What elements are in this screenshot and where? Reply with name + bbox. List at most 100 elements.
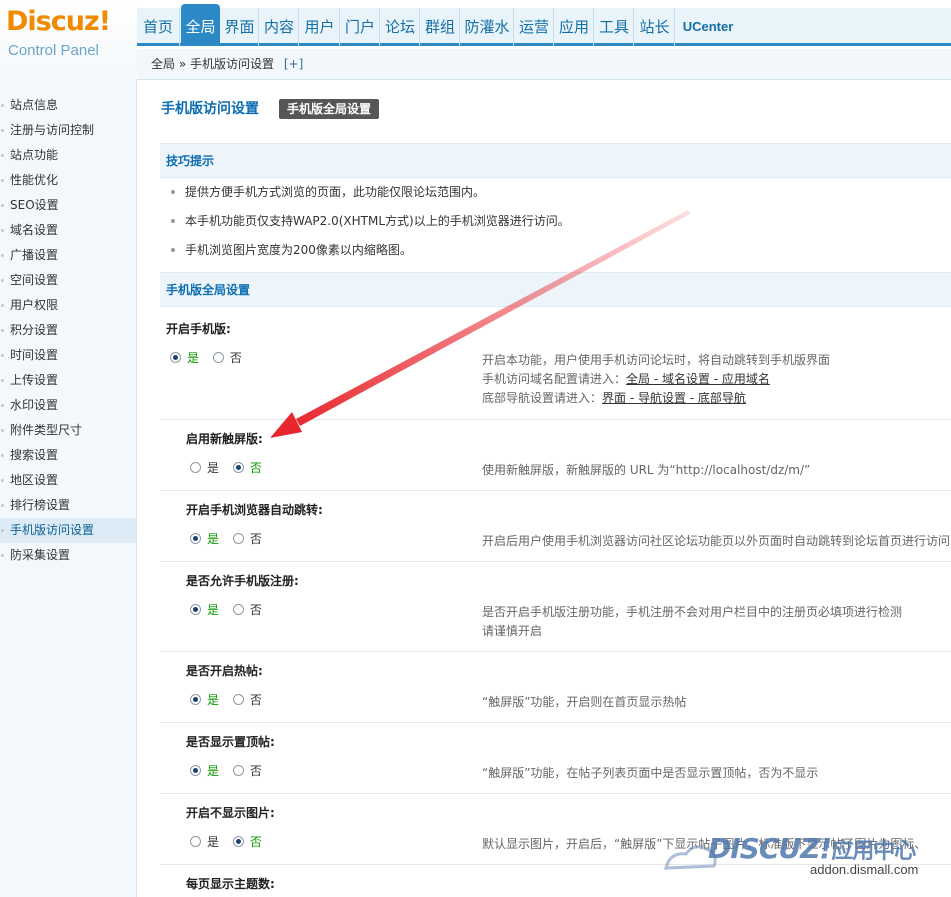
radio-yes[interactable] — [190, 462, 201, 473]
option-yes[interactable]: 是 — [190, 530, 219, 547]
option-yes-label: 是 — [207, 532, 220, 546]
setting-desc-line: 底部导航设置请进入：界面 - 导航设置 - 底部导航 — [482, 389, 830, 408]
setting-label: 启用新触屏版: — [186, 432, 263, 446]
option-no-label: 否 — [249, 532, 262, 546]
radio-no[interactable] — [232, 533, 244, 544]
option-no[interactable]: 否 — [232, 530, 262, 547]
breadcrumb-root[interactable]: 全局 — [151, 57, 175, 71]
setting-enable-mobile: 开启手机版: 是 否 开启本功能，用户使用手机访问论坛时，将自动跳转到手机版界面… — [160, 314, 951, 419]
setting-mobile-register: 是否允许手机版注册: 是 否 是否开启手机版注册功能，手机注册不会对用户栏目中的… — [160, 562, 951, 651]
tip-item: 本手机功能页仅支持WAP2.0(XHTML方式)以上的手机浏览器进行访问。 — [169, 207, 949, 236]
sidebar-item[interactable]: 域名设置 — [0, 218, 136, 243]
setting-auto-redirect: 开启手机浏览器自动跳转: 是 否 开启后用户使用手机浏览器访问社区论坛功能页以外… — [160, 491, 951, 561]
nav-tab-users[interactable]: 用户 — [300, 8, 340, 46]
bottom-nav-link[interactable]: 界面 - 导航设置 - 底部导航 — [602, 391, 746, 405]
option-yes-label: 是 — [207, 603, 220, 617]
setting-label: 开启手机版: — [166, 322, 231, 336]
nav-tab-portal[interactable]: 门户 — [341, 8, 380, 46]
nav-tab-content[interactable]: 内容 — [260, 8, 299, 46]
watermark-brand-text: DISCUZ! — [708, 832, 832, 865]
radio-yes[interactable] — [190, 836, 201, 847]
nav-tab-ucenter[interactable]: UCenter — [676, 8, 740, 46]
setting-description: “触屏版”功能，开启则在首页显示热帖 — [482, 695, 687, 709]
setting-label: 是否允许手机版注册: — [186, 574, 299, 588]
sidebar-item[interactable]: 搜索设置 — [0, 443, 136, 468]
option-yes[interactable]: 是 — [190, 691, 219, 708]
radio-no[interactable] — [212, 352, 224, 363]
radio-yes-selected[interactable] — [190, 533, 201, 544]
sidebar-item[interactable]: 附件类型尺寸 — [0, 418, 136, 443]
sidebar-item[interactable]: 积分设置 — [0, 318, 136, 343]
sidebar-item[interactable]: 排行榜设置 — [0, 493, 136, 518]
nav-tab-webmaster[interactable]: 站长 — [635, 8, 675, 46]
nav-tab-interface[interactable]: 界面 — [221, 8, 259, 46]
setting-description: 使用新触屏版，新触屏版的 URL 为“http://localhost/dz/m… — [482, 463, 811, 477]
option-yes-label: 是 — [207, 835, 220, 849]
radio-no-selected[interactable] — [232, 836, 244, 847]
sidebar-item[interactable]: 站点功能 — [0, 143, 136, 168]
nav-tab-global[interactable]: 全局 — [181, 4, 220, 46]
breadcrumb-current: 手机版访问设置 — [190, 57, 275, 71]
domain-settings-link[interactable]: 全局 - 域名设置 - 应用域名 — [626, 372, 770, 386]
option-no[interactable]: 否 — [232, 459, 262, 476]
sidebar-item[interactable]: 水印设置 — [0, 393, 136, 418]
option-yes[interactable]: 是 — [190, 762, 219, 779]
setting-desc-line: 手机访问域名配置请进入：全局 - 域名设置 - 应用域名 — [482, 370, 830, 389]
setting-options: 是 否 — [190, 459, 272, 475]
nav-tab-forum[interactable]: 论坛 — [381, 8, 420, 46]
nav-tab-tools[interactable]: 工具 — [595, 8, 634, 46]
sidebar-item[interactable]: 防采集设置 — [0, 543, 136, 568]
radio-no[interactable] — [232, 694, 244, 705]
radio-no[interactable] — [232, 604, 244, 615]
option-yes[interactable]: 是 — [170, 349, 199, 366]
option-yes[interactable]: 是 — [190, 601, 219, 618]
sidebar-menu: 站点信息 注册与访问控制 站点功能 性能优化 SEO设置 域名设置 广播设置 空… — [0, 93, 136, 568]
setting-label: 开启不显示图片: — [186, 806, 275, 820]
watermark: DISCUZ!应用中心 addon.dismall.com — [660, 830, 951, 897]
watermark-url: addon.dismall.com — [810, 862, 919, 877]
sidebar-item-mobile-access[interactable]: 手机版访问设置 — [0, 518, 136, 543]
tip-item: 提供方便手机方式浏览的页面，此功能仅限论坛范围内。 — [169, 178, 949, 207]
option-yes[interactable]: 是 — [190, 833, 219, 850]
nav-tab-operations[interactable]: 运营 — [515, 8, 554, 46]
option-no[interactable]: 否 — [232, 691, 262, 708]
setting-desc-line: 是否开启手机版注册功能，手机注册不会对用户栏目中的注册页必填项进行检测 — [482, 605, 903, 619]
option-no[interactable]: 否 — [232, 833, 262, 850]
main-content: 手机版访问设置 手机版全局设置 技巧提示 提供方便手机方式浏览的页面，此功能仅限… — [147, 80, 951, 897]
nav-tab-apps[interactable]: 应用 — [555, 8, 594, 46]
option-yes-label: 是 — [207, 764, 220, 778]
sidebar-item[interactable]: 上传设置 — [0, 368, 136, 393]
option-no[interactable]: 否 — [212, 349, 242, 366]
sidebar-item[interactable]: 时间设置 — [0, 343, 136, 368]
sidebar-item[interactable]: 空间设置 — [0, 268, 136, 293]
radio-yes-selected[interactable] — [170, 352, 181, 363]
option-no-label: 否 — [249, 461, 262, 475]
setting-label: 是否显示置顶帖: — [186, 735, 275, 749]
sidebar-item[interactable]: 站点信息 — [0, 93, 136, 118]
add-shortcut-button[interactable]: [+] — [284, 57, 303, 71]
option-no[interactable]: 否 — [232, 601, 262, 618]
radio-yes-selected[interactable] — [190, 765, 201, 776]
watermark-brand-cn: 应用中心 — [831, 839, 916, 864]
nav-tab-home[interactable]: 首页 — [137, 8, 180, 46]
sidebar-item[interactable]: 性能优化 — [0, 168, 136, 193]
discuz-logo[interactable]: Discuz! Control Panel — [0, 0, 137, 80]
radio-no-selected[interactable] — [232, 462, 244, 473]
sidebar-item[interactable]: 注册与访问控制 — [0, 118, 136, 143]
radio-yes-selected[interactable] — [190, 694, 201, 705]
sidebar-item[interactable]: SEO设置 — [0, 193, 136, 218]
sidebar-item[interactable]: 用户权限 — [0, 293, 136, 318]
option-yes-label: 是 — [207, 693, 220, 707]
radio-yes-selected[interactable] — [190, 604, 201, 615]
nav-tab-groups[interactable]: 群组 — [421, 8, 460, 46]
global-settings-tab-button[interactable]: 手机版全局设置 — [279, 99, 380, 119]
nav-tab-antispam[interactable]: 防灌水 — [461, 8, 514, 46]
option-no-label: 否 — [249, 693, 262, 707]
sidebar-item[interactable]: 地区设置 — [0, 468, 136, 493]
option-no[interactable]: 否 — [232, 762, 262, 779]
setting-description: “触屏版”功能，在帖子列表页面中是否显示置顶帖，否为不显示 — [482, 766, 819, 780]
config-header: 手机版全局设置 — [160, 272, 951, 307]
option-yes[interactable]: 是 — [190, 459, 219, 476]
sidebar-item[interactable]: 广播设置 — [0, 243, 136, 268]
radio-no[interactable] — [232, 765, 244, 776]
